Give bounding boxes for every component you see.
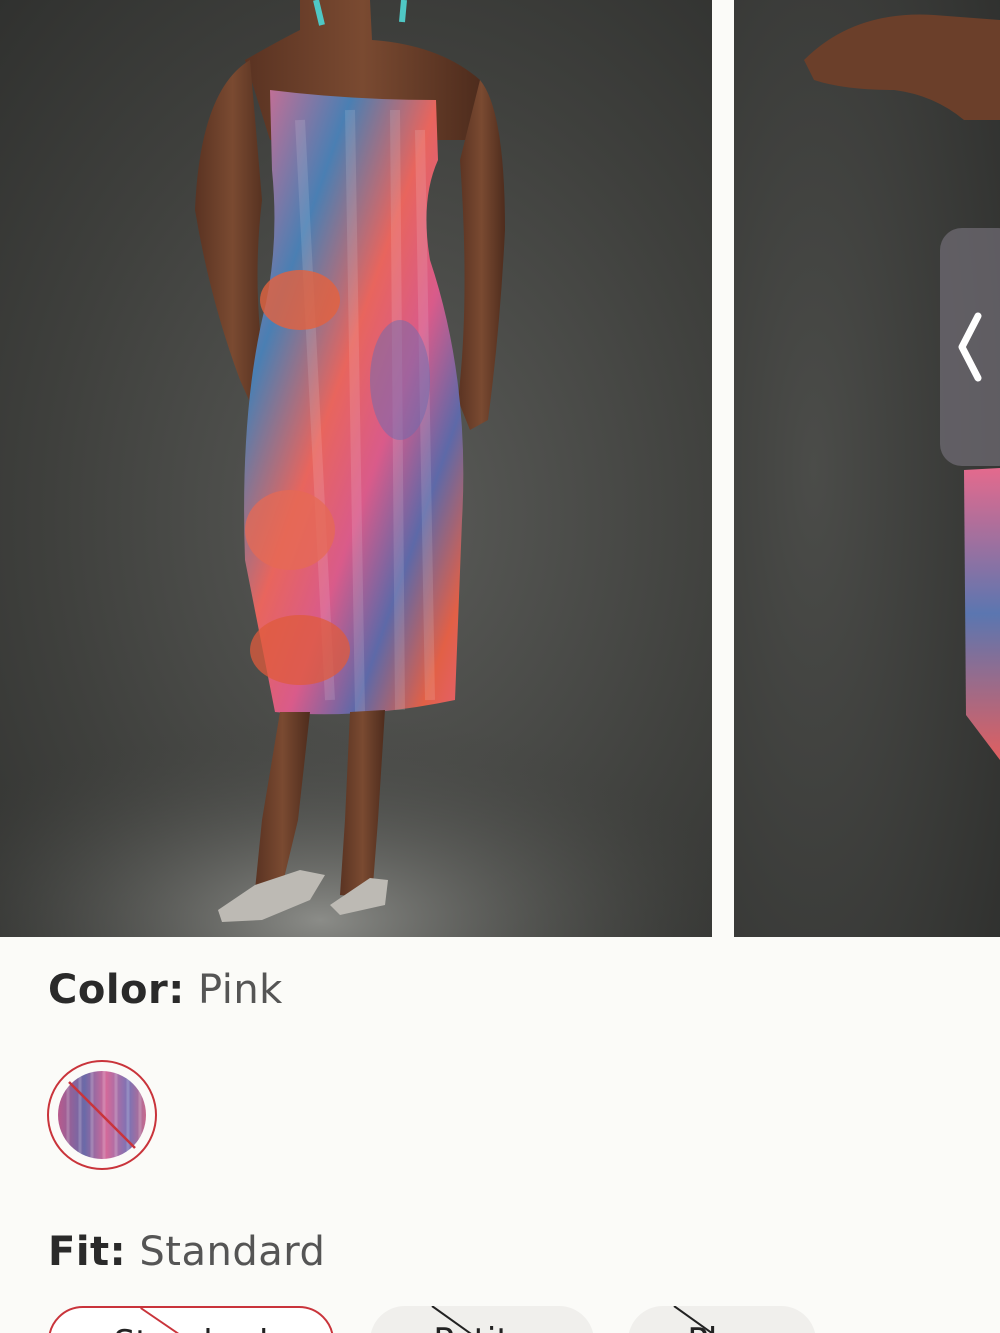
fit-option-plus[interactable]: Plus: [628, 1306, 816, 1333]
unavailable-slash-icon: [431, 1306, 472, 1333]
dress-photo-illustration: [0, 0, 712, 937]
product-image-carousel[interactable]: [0, 0, 1000, 937]
chevron-left-icon: [958, 312, 982, 382]
fit-options: Standard Petite Plus: [0, 1302, 1000, 1333]
product-photo-front[interactable]: [0, 0, 712, 937]
fit-option-petite[interactable]: Petite: [370, 1306, 594, 1333]
fit-label-value: Standard: [139, 1229, 326, 1275]
fit-label-key: Fit:: [48, 1229, 127, 1275]
unavailable-slash-icon: [68, 1081, 136, 1149]
color-option-label: Color: Pink: [48, 966, 283, 1014]
color-label-value: Pink: [197, 967, 283, 1013]
product-photo-back[interactable]: [734, 0, 1000, 937]
dress-photo-illustration: [734, 0, 1000, 937]
fit-option-standard[interactable]: Standard: [48, 1306, 334, 1333]
unavailable-slash-icon: [673, 1306, 714, 1333]
gallery-prev-button[interactable]: [940, 228, 1000, 466]
color-label-key: Color:: [48, 967, 185, 1013]
color-swatch-pink[interactable]: [47, 1060, 157, 1170]
unavailable-slash-icon: [140, 1308, 180, 1333]
product-page: Color: Pink Fit: Standard: [0, 0, 1000, 1333]
fit-option-label: Fit: Standard: [48, 1228, 325, 1276]
